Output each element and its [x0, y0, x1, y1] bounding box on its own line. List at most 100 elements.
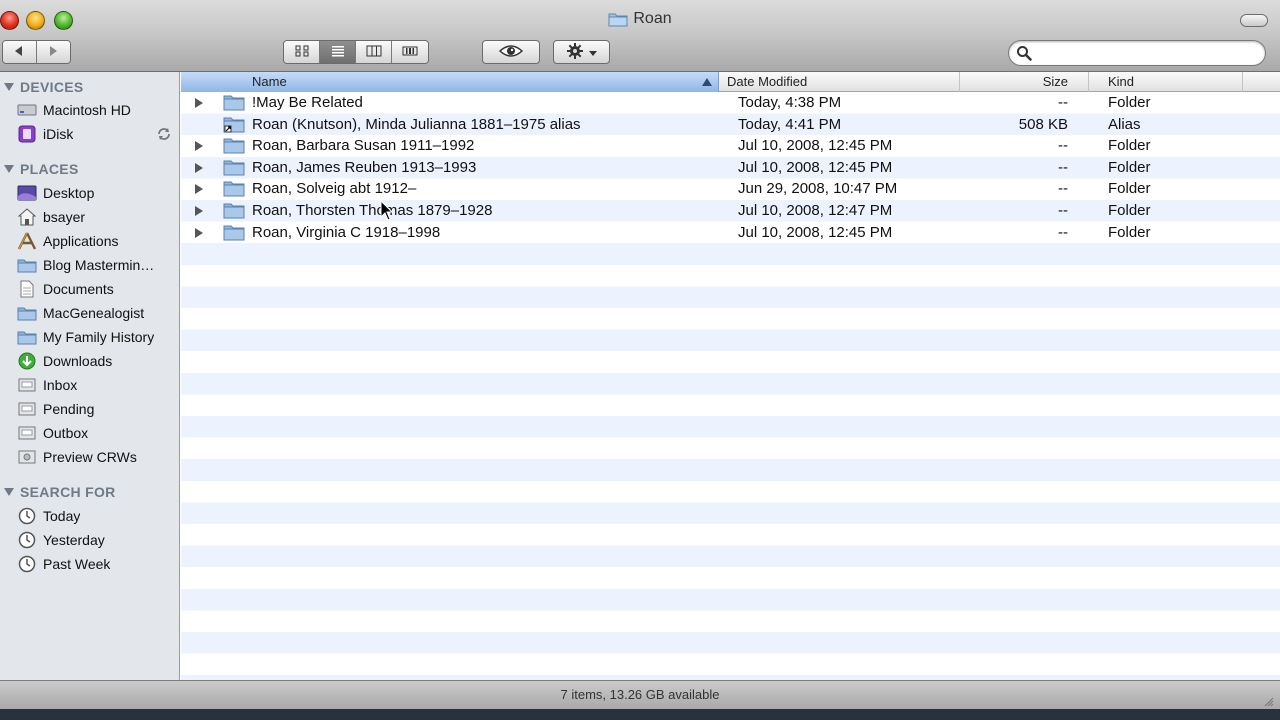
search-for-header[interactable]: SEARCH FOR [0, 483, 116, 501]
cover-flow-icon [402, 44, 418, 60]
sidebar-item-pending[interactable]: Pending [0, 398, 180, 420]
folder-icon [223, 137, 245, 154]
chevron-down-icon [589, 44, 597, 60]
disclosure-triangle-icon[interactable] [195, 162, 203, 173]
file-name: Roan, Solveig abt 1912– [252, 180, 417, 198]
clock-icon [17, 507, 37, 525]
folder-icon [223, 159, 245, 176]
search-input[interactable] [1039, 44, 1254, 62]
forward-button[interactable] [36, 41, 70, 63]
sort-ascending-icon [702, 78, 712, 86]
disclosure-triangle-icon[interactable] [195, 227, 203, 238]
table-row[interactable]: Roan, Barbara Susan 1911–1992 Jul 10, 200… [181, 135, 1280, 157]
file-name: Roan (Knutson), Minda Julianna 1881–1975… [252, 115, 581, 133]
icon-view-button[interactable] [284, 41, 320, 63]
folder-icon [223, 202, 245, 219]
status-text: 7 items, 13.26 GB available [560, 687, 720, 702]
desktop-background [0, 709, 1280, 720]
sync-icon[interactable] [156, 126, 172, 142]
table-row[interactable]: Roan, Solveig abt 1912– Jun 29, 2008, 10:… [181, 178, 1280, 200]
downloads-icon [17, 352, 37, 370]
sidebar-item-my-family-history[interactable]: My Family History [0, 326, 180, 348]
column-view-icon [366, 44, 382, 60]
column-header-name[interactable]: Name [181, 72, 719, 92]
cover-flow-button[interactable] [392, 41, 428, 63]
folder-icon [223, 180, 245, 197]
folder-icon [223, 94, 245, 111]
sidebar-item-preview-crws[interactable]: Preview CRWs [0, 446, 180, 468]
file-size: 508 KB [1018, 115, 1068, 133]
toolbar-toggle-button[interactable] [1240, 14, 1268, 27]
file-date-modified: Jul 10, 2008, 12:45 PM [738, 137, 893, 155]
sidebar-item-yesterday[interactable]: Yesterday [0, 529, 180, 551]
places-header[interactable]: PLACES [0, 160, 79, 178]
file-size: -- [1058, 94, 1068, 111]
devices-header[interactable]: DEVICES [0, 78, 84, 96]
alias-folder-icon [223, 116, 245, 133]
table-row[interactable]: Roan, Thorsten Thomas 1879–1928 Jul 10, 2… [181, 200, 1280, 222]
action-menu-button[interactable] [553, 40, 610, 64]
disclosure-triangle-icon[interactable] [195, 141, 203, 152]
file-date-modified: Jul 10, 2008, 12:45 PM [738, 223, 893, 241]
table-row[interactable]: !May Be Related Today, 4:38 PM -- Folder [181, 92, 1280, 114]
folder-icon [17, 400, 37, 418]
sidebar-item-past-week[interactable]: Past Week [0, 553, 180, 575]
disclosure-triangle-icon[interactable] [195, 98, 203, 108]
column-header-size[interactable]: Size [960, 72, 1089, 92]
sidebar-item-applications[interactable]: Applications [0, 230, 180, 252]
folder-icon [17, 304, 37, 322]
window-title: Roan [633, 10, 672, 27]
sidebar-item-outbox[interactable]: Outbox [0, 422, 180, 444]
desktop-icon [17, 184, 37, 202]
sidebar-item-inbox[interactable]: Inbox [0, 374, 180, 396]
eye-icon [498, 44, 524, 61]
sidebar-item-today[interactable]: Today [0, 505, 180, 527]
table-row[interactable]: Roan (Knutson), Minda Julianna 1881–1975… [181, 114, 1280, 136]
sidebar-item-documents[interactable]: Documents [0, 278, 180, 300]
back-forward-control [2, 40, 71, 64]
file-date-modified: Today, 4:41 PM [738, 115, 842, 133]
table-row[interactable]: Roan, James Reuben 1913–1993 Jul 10, 2008… [181, 157, 1280, 179]
disclosure-triangle-icon[interactable] [195, 206, 203, 216]
quick-look-button[interactable] [482, 40, 540, 64]
search-field[interactable] [1008, 40, 1266, 66]
sidebar-item-downloads[interactable]: Downloads [0, 350, 180, 372]
column-header-kind[interactable]: Kind [1089, 72, 1243, 92]
clock-icon [17, 555, 37, 573]
sidebar-item-macgenealogist[interactable]: MacGenealogist [0, 302, 180, 324]
folder-icon [223, 224, 245, 241]
file-name: Roan, James Reuben 1913–1993 [252, 158, 477, 176]
file-size: -- [1058, 180, 1068, 198]
icon-view-icon [295, 44, 309, 60]
file-size: -- [1058, 223, 1068, 241]
file-date-modified: Jul 10, 2008, 12:47 PM [738, 202, 893, 219]
finder-window: Roan DEVICES Macintosh HD iDisk PLACES D… [0, 0, 1280, 720]
back-arrow-icon [13, 44, 25, 60]
clock-icon [17, 531, 37, 549]
disclosure-triangle-icon [4, 83, 14, 91]
resize-grip-icon[interactable] [1262, 689, 1274, 707]
folder-icon [17, 376, 37, 394]
folder-icon [608, 11, 628, 27]
list-view-button[interactable] [320, 41, 356, 63]
file-name: Roan, Thorsten Thomas 1879–1928 [252, 202, 493, 219]
file-name: !May Be Related [252, 94, 363, 111]
file-size: -- [1058, 158, 1068, 176]
column-view-button[interactable] [356, 41, 392, 63]
sidebar-item-macintosh-hd[interactable]: Macintosh HD [0, 99, 180, 121]
file-date-modified: Today, 4:38 PM [738, 94, 842, 111]
back-button[interactable] [3, 41, 37, 63]
sidebar: DEVICES Macintosh HD iDisk PLACES Deskto… [0, 72, 180, 680]
idisk-icon [17, 125, 37, 143]
sidebar-item-blog-mastermind[interactable]: Blog Mastermin… [0, 254, 180, 276]
column-header-date-modified[interactable]: Date Modified [719, 72, 960, 92]
file-list: Name Date Modified Size Kind !May Be Rel… [181, 72, 1280, 680]
table-row[interactable]: Roan, Virginia C 1918–1998 Jul 10, 2008, … [181, 222, 1280, 244]
file-size: -- [1058, 137, 1068, 155]
sidebar-item-desktop[interactable]: Desktop [0, 182, 180, 204]
sidebar-item-bsayer[interactable]: bsayer [0, 206, 180, 228]
file-kind: Folder [1108, 158, 1151, 176]
sidebar-item-idisk[interactable]: iDisk [0, 123, 180, 145]
disclosure-triangle-icon[interactable] [195, 184, 203, 195]
forward-arrow-icon [47, 44, 59, 60]
